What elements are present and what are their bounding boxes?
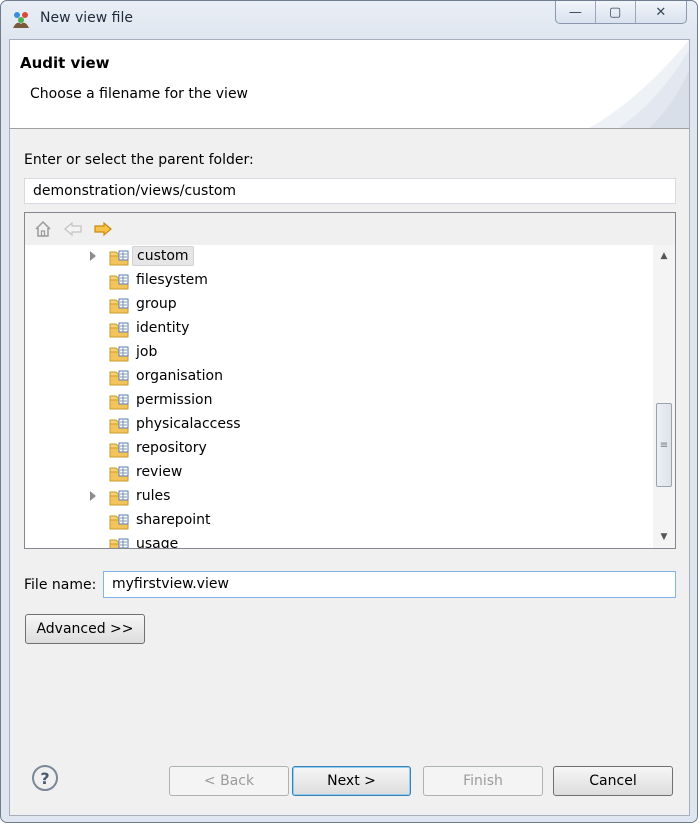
- close-icon: ✕: [655, 4, 667, 20]
- folder-icon: [109, 392, 129, 410]
- page-title: Audit view: [20, 54, 110, 72]
- tree-toolbar: [25, 213, 675, 245]
- tree-item-label: review: [136, 464, 183, 480]
- tree-item-label: usage: [136, 536, 179, 548]
- folder-icon: [109, 512, 129, 530]
- tree-item[interactable]: organisation: [25, 365, 625, 389]
- tree-item-label: organisation: [136, 368, 223, 384]
- cancel-button[interactable]: Cancel: [553, 766, 673, 796]
- tree-item-label: custom: [132, 246, 194, 266]
- page-description: Choose a filename for the view: [30, 86, 249, 102]
- file-name-input[interactable]: myfirstview.view: [103, 571, 676, 598]
- tree-item-label: physicalaccess: [136, 416, 241, 432]
- tree-item-label: sharepoint: [136, 512, 211, 528]
- banner-decoration: [589, 40, 689, 128]
- expand-arrow-icon[interactable]: [90, 251, 96, 261]
- folder-icon: [109, 344, 129, 362]
- next-button-label: Next >: [327, 773, 376, 789]
- back-button-label: < Back: [203, 773, 255, 789]
- tree-vertical-scrollbar[interactable]: ▲ ≡ ▼: [653, 245, 675, 548]
- tree-item-label: group: [136, 296, 177, 312]
- help-icon-glyph: ?: [40, 768, 50, 788]
- finish-button-label: Finish: [463, 773, 503, 789]
- help-icon[interactable]: ?: [32, 765, 58, 791]
- tree-item-label: permission: [136, 392, 213, 408]
- maximize-button[interactable]: ▢: [596, 1, 636, 23]
- folder-icon: [109, 320, 129, 338]
- folder-icon: [109, 464, 129, 482]
- next-button[interactable]: Next >: [292, 766, 411, 796]
- home-icon[interactable]: [33, 220, 53, 238]
- minimize-button[interactable]: —: [556, 1, 596, 23]
- expand-arrow-icon[interactable]: [90, 491, 96, 501]
- header-banner: Audit view Choose a filename for the vie…: [10, 40, 689, 129]
- file-name-label: File name:: [24, 577, 97, 593]
- folder-icon: [109, 272, 129, 290]
- parent-folder-label: Enter or select the parent folder:: [24, 152, 254, 168]
- window-controls: — ▢ ✕: [555, 1, 687, 24]
- forward-arrow-icon[interactable]: [93, 220, 113, 238]
- minimize-icon: —: [568, 4, 582, 20]
- tree-item-label: filesystem: [136, 272, 208, 288]
- app-icon: [13, 12, 29, 28]
- advanced-button[interactable]: Advanced >>: [25, 614, 145, 644]
- tree-item[interactable]: custom: [25, 245, 625, 269]
- folder-tree-list[interactable]: custom filesystem group identity job organisa…: [25, 245, 651, 548]
- tree-item[interactable]: usage: [25, 533, 625, 548]
- tree-item-label: repository: [136, 440, 207, 456]
- tree-item-label: rules: [136, 488, 171, 504]
- tree-item-label: identity: [136, 320, 190, 336]
- tree-item[interactable]: job: [25, 341, 625, 365]
- tree-item[interactable]: filesystem: [25, 269, 625, 293]
- tree-item[interactable]: permission: [25, 389, 625, 413]
- maximize-icon: ▢: [609, 4, 622, 20]
- tree-item-label: job: [136, 344, 158, 360]
- window-title: New view file: [40, 10, 133, 26]
- advanced-button-label: Advanced >>: [36, 621, 134, 637]
- scroll-down-icon[interactable]: ▼: [653, 526, 675, 548]
- parent-folder-input[interactable]: demonstration/views/custom: [24, 178, 676, 204]
- scrollbar-thumb[interactable]: ≡: [656, 403, 672, 487]
- tree-item[interactable]: physicalaccess: [25, 413, 625, 437]
- folder-icon: [109, 536, 129, 548]
- cancel-button-label: Cancel: [589, 773, 637, 789]
- folder-icon: [109, 248, 129, 266]
- close-button[interactable]: ✕: [636, 1, 686, 23]
- folder-icon: [109, 416, 129, 434]
- folder-icon: [109, 296, 129, 314]
- folder-tree-panel: custom filesystem group identity job organisa…: [24, 212, 676, 549]
- tree-item[interactable]: group: [25, 293, 625, 317]
- folder-icon: [109, 368, 129, 386]
- back-button[interactable]: < Back: [169, 766, 289, 796]
- finish-button[interactable]: Finish: [423, 766, 543, 796]
- tree-item[interactable]: rules: [25, 485, 625, 509]
- tree-item[interactable]: sharepoint: [25, 509, 625, 533]
- scroll-up-icon[interactable]: ▲: [653, 245, 675, 267]
- tree-item[interactable]: review: [25, 461, 625, 485]
- folder-icon: [109, 488, 129, 506]
- tree-item[interactable]: identity: [25, 317, 625, 341]
- tree-item[interactable]: repository: [25, 437, 625, 461]
- back-arrow-icon[interactable]: [63, 220, 83, 238]
- folder-icon: [109, 440, 129, 458]
